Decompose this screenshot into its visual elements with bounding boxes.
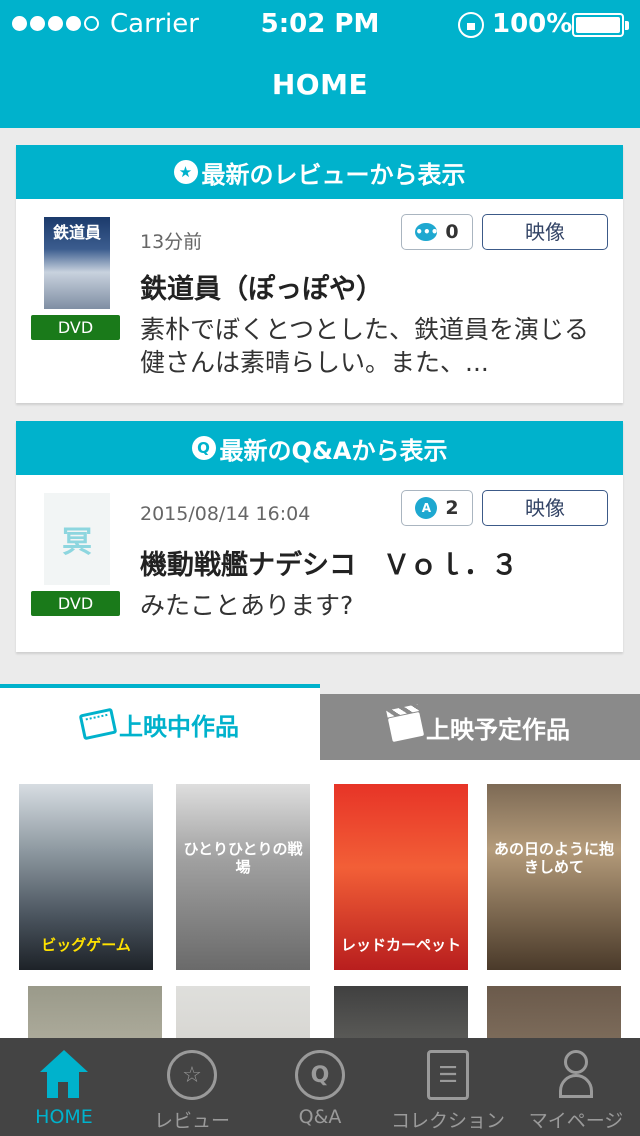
media-badge: DVD [31, 315, 120, 340]
movie-poster[interactable] [487, 986, 621, 1040]
latest-review-card: ★ 最新のレビューから表示 鉄道員 DVD 13分前 ••• 0 映像 鉄道員（… [16, 145, 623, 403]
work-title[interactable]: 機動戦艦ナデシコ Ｖｏｌ．３ [140, 543, 518, 582]
top-bar: Carrier 5:02 PM 100% HOME [0, 0, 640, 128]
tab-now-showing[interactable]: 上映中作品 [0, 684, 320, 760]
latest-qa-heading: 最新のQ&Aから表示 [219, 436, 448, 465]
movie-tabs: 上映中作品 上映予定作品 [0, 684, 640, 760]
battery-icon [572, 13, 629, 37]
home-icon [39, 1050, 89, 1100]
star-bubble-icon: ☆ [167, 1050, 217, 1100]
qa-date: 2015/08/14 16:04 [140, 503, 311, 525]
genre-button[interactable]: 映像 [482, 490, 608, 526]
movie-poster[interactable]: ビッグゲーム [19, 784, 153, 970]
latest-review-heading: 最新のレビューから表示 [201, 160, 466, 189]
latest-qa-card: Q 最新のQ&Aから表示 冥 DVD 2015/08/14 16:04 A 2 … [16, 421, 623, 652]
genre-button[interactable]: 映像 [482, 214, 608, 250]
answer-count-button[interactable]: A 2 [401, 490, 473, 526]
answer-icon: A [415, 497, 438, 519]
poster-title: ひとりひとりの戦場 [183, 840, 303, 876]
poster-title: ビッグゲーム [41, 936, 131, 954]
tab-upcoming[interactable]: 上映予定作品 [320, 694, 640, 760]
nav-review-label: レビュー [153, 1110, 230, 1132]
nav-qa[interactable]: Q Q&A [256, 1038, 384, 1136]
page-title: HOME [271, 68, 369, 101]
status-bar: Carrier 5:02 PM 100% [0, 0, 640, 48]
qa-text[interactable]: みたことあります? [140, 589, 610, 622]
bottom-tab-bar: HOME ☆ レビュー Q Q&A ☰ コレクション マイページ [0, 1038, 640, 1136]
movie-poster-grid: ビッグゲーム ひとりひとりの戦場 レッドカーペット あの日のように抱きしめて [0, 760, 640, 1040]
comment-count-button[interactable]: ••• 0 [401, 214, 473, 250]
movie-poster[interactable]: ひとりひとりの戦場 [176, 784, 310, 970]
bookshelf-icon: ☰ [427, 1050, 469, 1100]
rotation-lock-icon [458, 12, 484, 38]
poster-title: レッドカーペット [340, 936, 461, 954]
battery-percent: 100% [492, 9, 573, 39]
person-icon [551, 1050, 601, 1100]
movie-poster[interactable]: あの日のように抱きしめて [487, 784, 621, 970]
movie-poster[interactable] [176, 986, 310, 1040]
review-item[interactable]: 鉄道員 DVD 13分前 ••• 0 映像 鉄道員（ぽっぽや） 素朴でぼくとつと… [16, 199, 623, 403]
qa-item[interactable]: 冥 DVD 2015/08/14 16:04 A 2 映像 機動戦艦ナデシコ Ｖ… [16, 475, 623, 652]
thumbnail-title: 鉄道員 [52, 223, 101, 242]
no-image-icon: 冥 [62, 525, 92, 560]
answer-count: 2 [445, 497, 459, 519]
latest-qa-header[interactable]: Q 最新のQ&Aから表示 [16, 421, 623, 475]
nav-mypage[interactable]: マイページ [512, 1038, 640, 1136]
movie-poster[interactable]: レッドカーペット [334, 784, 468, 970]
review-thumbnail[interactable]: 鉄道員 [44, 217, 110, 309]
work-title[interactable]: 鉄道員（ぽっぽや） [140, 267, 383, 306]
review-text[interactable]: 素朴でぼくとつとした、鉄道員を演じる健さんは素晴らしい。また、... [140, 313, 610, 379]
latest-review-header[interactable]: ★ 最新のレビューから表示 [16, 145, 623, 199]
comment-count: 0 [445, 221, 459, 243]
tab-now-showing-label: 上映中作品 [119, 712, 239, 741]
media-badge: DVD [31, 591, 120, 616]
film-icon [78, 707, 118, 741]
movie-poster[interactable] [334, 986, 468, 1040]
q-bubble-icon: Q [295, 1050, 345, 1100]
nav-qa-label: Q&A [298, 1106, 342, 1128]
review-time: 13分前 [140, 231, 203, 253]
star-bubble-icon: ★ [173, 160, 198, 184]
clapperboard-icon [387, 711, 425, 743]
nav-home-label: HOME [35, 1106, 93, 1128]
nav-home[interactable]: HOME [0, 1038, 128, 1136]
nav-mypage-label: マイページ [528, 1110, 624, 1132]
nav-collection[interactable]: ☰ コレクション [384, 1038, 512, 1136]
tab-upcoming-label: 上映予定作品 [426, 715, 570, 744]
movie-poster[interactable] [28, 986, 162, 1040]
poster-title: あの日のように抱きしめて [493, 840, 614, 876]
qa-thumbnail[interactable]: 冥 [44, 493, 110, 585]
nav-review[interactable]: ☆ レビュー [128, 1038, 256, 1136]
comment-icon: ••• [415, 223, 439, 241]
q-bubble-icon: Q [191, 436, 216, 460]
nav-collection-label: コレクション [390, 1110, 505, 1132]
